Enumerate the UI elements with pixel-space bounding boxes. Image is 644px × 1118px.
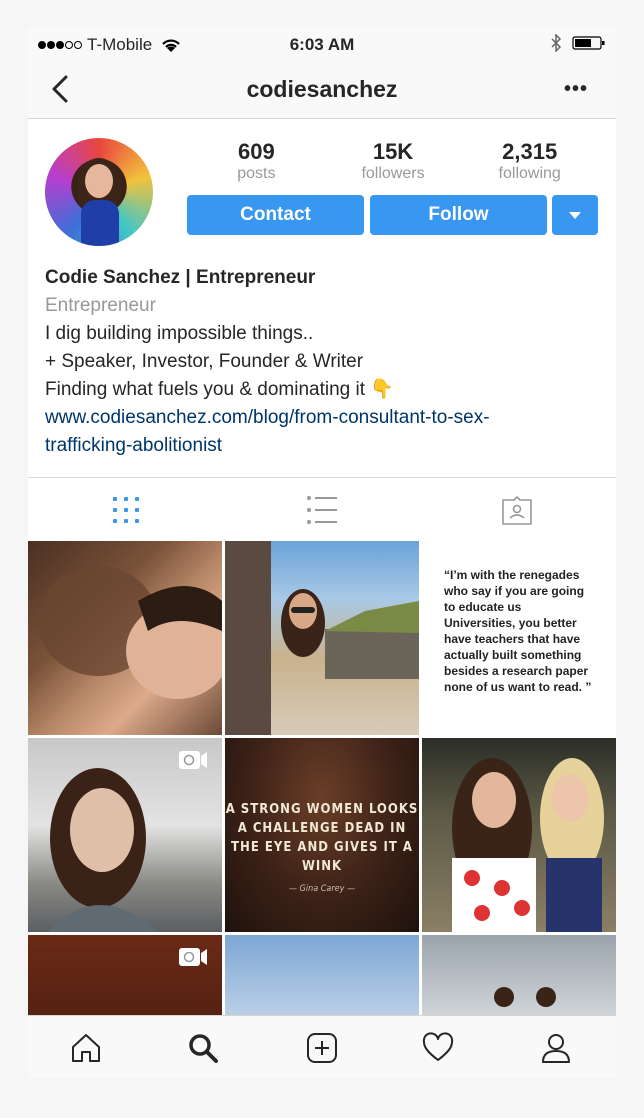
bio-link-line-1[interactable]: www.codiesanchez.com/blog/from-consultan… [45, 404, 605, 432]
profile-icon[interactable] [540, 1032, 572, 1064]
stat-followers-label: followers [361, 165, 425, 182]
bluetooth-icon [551, 34, 562, 52]
poster-quote: A STRONG WOMEN LOOKS A CHALLENGE DEAD IN… [225, 800, 419, 899]
bio-category: Entrepreneur [45, 295, 156, 316]
status-bar: T-Mobile 6:03 AM [28, 28, 616, 60]
bio-name: Codie Sanchez | Entrepreneur [45, 267, 316, 288]
list-icon[interactable] [306, 494, 338, 526]
bio-line-3-text: Finding what fuels you & dominating it [45, 379, 366, 400]
stat-posts-label: posts [237, 165, 276, 182]
stat-followers[interactable]: 15K followers [325, 140, 462, 184]
contact-button[interactable]: Contact [187, 195, 364, 235]
profile-view-tabs [28, 477, 616, 542]
poster-quote-author: — Gina Carey — [288, 884, 356, 894]
stat-followers-value: 15K [372, 139, 414, 164]
phone-screen: T-Mobile 6:03 AM codiesanchez ••• 609 po… [28, 28, 616, 1078]
post-thumbnail[interactable] [422, 738, 616, 932]
bottom-tab-bar [28, 1015, 616, 1078]
heart-icon[interactable] [422, 1032, 454, 1064]
video-icon [179, 751, 207, 769]
bio-link-line-2[interactable]: trafficking-abolitionist [45, 432, 605, 460]
more-icon[interactable]: ••• [564, 79, 588, 99]
suggestions-dropdown-button[interactable] [552, 195, 598, 235]
quote-post-text: “I’m with the renegades who say if you a… [444, 568, 592, 694]
photo-content [225, 541, 419, 735]
bio-website-link[interactable]: www.codiesanchez.com/blog/from-consultan… [45, 404, 605, 460]
search-icon[interactable] [187, 1032, 219, 1064]
bio-line-3: Finding what fuels you & dominating it 👇 [45, 376, 605, 404]
stat-posts[interactable]: 609 posts [188, 140, 325, 184]
stat-following-value: 2,315 [502, 139, 558, 164]
post-thumbnail[interactable]: “I’m with the renegades who say if you a… [422, 541, 616, 735]
home-icon[interactable] [70, 1032, 102, 1064]
profile-header: codiesanchez ••• [28, 60, 616, 119]
post-thumbnail[interactable] [28, 738, 222, 932]
status-time: 6:03 AM [289, 35, 355, 54]
follow-button[interactable]: Follow [370, 195, 547, 235]
poster-quote-text: A STRONG WOMEN LOOKS A CHALLENGE DEAD IN… [225, 802, 419, 874]
status-right [550, 34, 606, 52]
stat-posts-value: 609 [237, 139, 275, 164]
tagged-icon[interactable] [501, 494, 533, 526]
profile-bio: Codie Sanchez | Entrepreneur Entrepreneu… [45, 264, 605, 460]
avatar-dress [81, 200, 119, 246]
avatar[interactable] [45, 138, 153, 246]
video-icon [179, 948, 207, 966]
post-thumbnail[interactable] [225, 541, 419, 735]
profile-stats: 609 posts 15K followers 2,315 following [188, 140, 598, 184]
photo-content [452, 758, 604, 932]
avatar-face [85, 164, 113, 198]
bio-line-1: I dig building impossible things.. [45, 323, 314, 344]
photo-content [38, 566, 222, 699]
add-icon[interactable] [306, 1032, 338, 1064]
pointing-down-emoji: 👇 [370, 379, 394, 400]
bio-line-2: + Speaker, Investor, Founder & Writer [45, 351, 364, 372]
post-thumbnail[interactable] [28, 541, 222, 735]
grid-icon[interactable] [110, 494, 142, 526]
post-thumbnail[interactable]: A STRONG WOMEN LOOKS A CHALLENGE DEAD IN… [225, 738, 419, 932]
chevron-down-icon [569, 212, 581, 219]
stat-following[interactable]: 2,315 following [461, 140, 598, 184]
battery-icon [572, 36, 605, 50]
stat-following-label: following [498, 165, 561, 182]
profile-username: codiesanchez [246, 76, 398, 102]
